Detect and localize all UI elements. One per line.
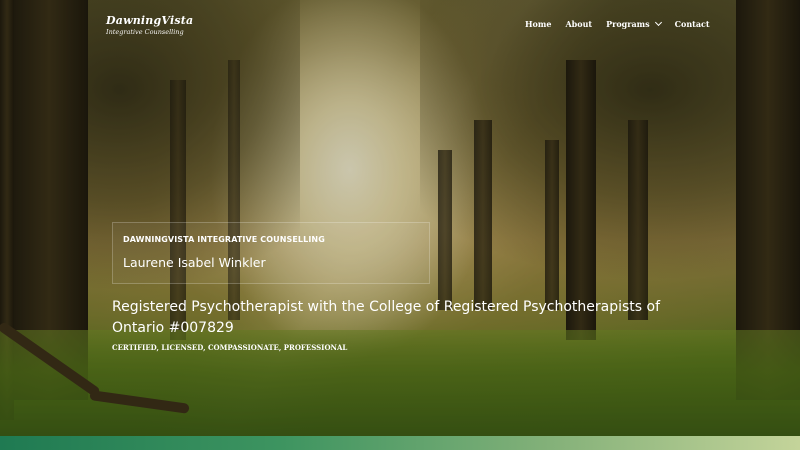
hero-card: DAWNINGVISTA INTEGRATIVE COUNSELLING Lau… [112,222,430,284]
hero-org-name: DAWNINGVISTA INTEGRATIVE COUNSELLING [123,235,325,244]
footer-gradient-bar [0,436,800,450]
main-nav: Home About Programs Contact [525,18,710,29]
nav-home[interactable]: Home [525,19,551,29]
hero-person-name: Laurene Isabel Winkler [123,255,266,270]
hero-background-image [0,0,800,436]
chevron-down-icon[interactable] [654,18,662,27]
nav-programs[interactable]: Programs [606,18,662,29]
nav-contact[interactable]: Contact [675,19,710,29]
nav-programs-label: Programs [606,19,650,29]
logo-tagline: Integrative Counselling [106,28,184,36]
hero-headline: Registered Psychotherapist with the Coll… [112,299,661,336]
logo-name[interactable]: DawningVista [106,14,193,27]
dark-overlay [0,0,800,436]
site-logo[interactable]: DawningVista Integrative Counselling [106,14,193,36]
hero-tagline: CERTIFIED, LICENSED, COMPASSIONATE, PROF… [112,343,348,352]
nav-about[interactable]: About [565,19,592,29]
